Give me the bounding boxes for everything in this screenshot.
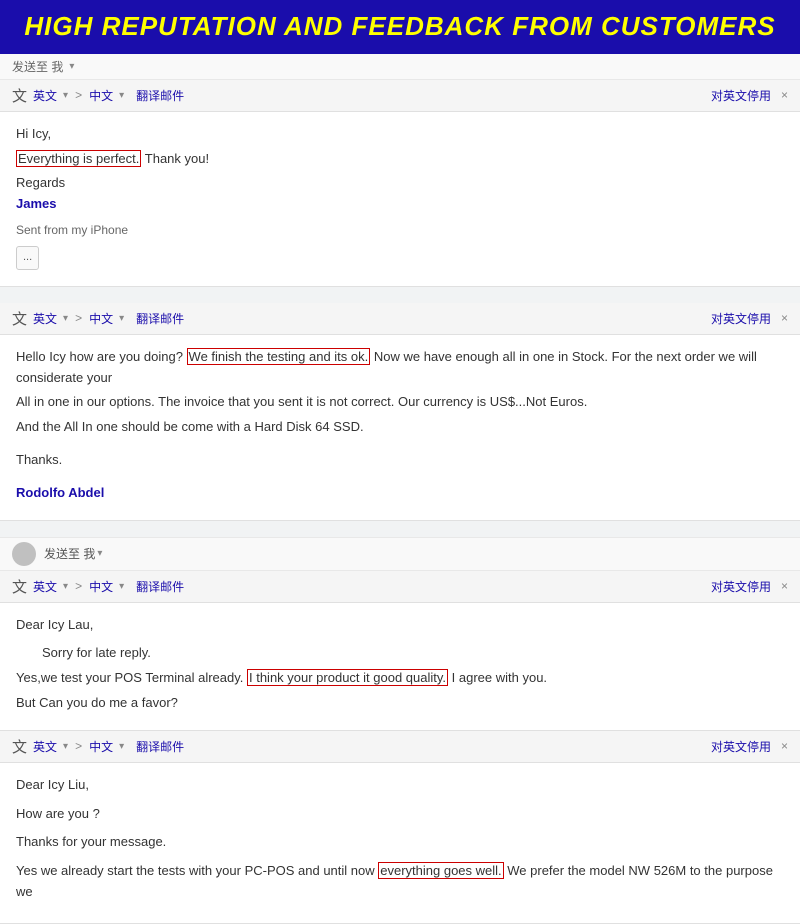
email3-line2: Yes,we test your POS Terminal already. I… bbox=[16, 668, 784, 689]
email4-greeting: Dear Icy Liu, bbox=[16, 775, 784, 796]
to-lang-dropdown-1[interactable]: ▾ bbox=[119, 90, 124, 101]
translate-icon-3: 文 bbox=[12, 576, 27, 597]
to-lang-dropdown-4[interactable]: ▾ bbox=[119, 741, 124, 752]
from-lang-3[interactable]: 英文 bbox=[33, 578, 57, 595]
lang-arrow-3: > bbox=[75, 579, 82, 593]
translate-icon-1: 文 bbox=[12, 85, 27, 106]
email3-send-row: 发送至 我 ▾ bbox=[0, 537, 800, 571]
email1-sender-name: James bbox=[16, 196, 56, 211]
email2-translate-bar: 文 英文 ▾ > 中文 ▾ 翻译邮件 对英文停用 × bbox=[0, 303, 800, 335]
email2-body: Hello Icy how are you doing? We finish t… bbox=[0, 335, 800, 520]
close-translate-4[interactable]: × bbox=[781, 739, 788, 753]
email3-translate-bar: 文 英文 ▾ > 中文 ▾ 翻译邮件 对英文停用 × bbox=[0, 571, 800, 603]
email-section-2: 文 英文 ▾ > 中文 ▾ 翻译邮件 对英文停用 × Hello Icy how… bbox=[0, 303, 800, 521]
send-to-dropdown-3[interactable]: ▾ bbox=[97, 548, 102, 559]
email1-greeting: Hi Icy, bbox=[16, 124, 784, 145]
translate-btn-1[interactable]: 翻译邮件 bbox=[136, 87, 184, 104]
translate-icon-4: 文 bbox=[12, 736, 27, 757]
from-lang-dropdown-3[interactable]: ▾ bbox=[63, 581, 68, 592]
email4-thanks-msg: Thanks for your message. bbox=[16, 832, 784, 853]
email3-sorry: Sorry for late reply. bbox=[16, 643, 784, 664]
email1-sender: James bbox=[16, 194, 784, 215]
close-translate-2[interactable]: × bbox=[781, 311, 788, 325]
email1-ellipsis[interactable]: ... bbox=[16, 246, 39, 270]
email2-highlight: We finish the testing and its ok. bbox=[187, 348, 371, 365]
email1-sent-from: Sent from my iPhone bbox=[16, 221, 784, 240]
banner-text: HIGH REPUTATION AND FEEDBACK FROM CUSTOM… bbox=[24, 11, 775, 41]
email3-highlight: I think your product it good quality. bbox=[247, 669, 448, 686]
email4-how-are: How are you ? bbox=[16, 804, 784, 825]
email1-header: 发送至 我 ▾ bbox=[0, 54, 800, 80]
email3-greeting: Dear Icy Lau, bbox=[16, 615, 784, 636]
email4-translate-bar: 文 英文 ▾ > 中文 ▾ 翻译邮件 对英文停用 × bbox=[0, 731, 800, 763]
send-to-dropdown-1[interactable]: ▾ bbox=[69, 61, 74, 72]
email1-line1-after: Thank you! bbox=[141, 151, 209, 166]
email1-translate-bar: 文 英文 ▾ > 中文 ▾ 翻译邮件 对英文停用 × bbox=[0, 80, 800, 112]
from-lang-4[interactable]: 英文 bbox=[33, 738, 57, 755]
to-lang-4[interactable]: 中文 bbox=[89, 738, 113, 755]
email-section-3: 发送至 我 ▾ 文 英文 ▾ > 中文 ▾ 翻译邮件 对英文停用 × Dear … bbox=[0, 537, 800, 731]
from-lang-2[interactable]: 英文 bbox=[33, 310, 57, 327]
email3-line2-after: I agree with you. bbox=[448, 670, 547, 685]
translate-btn-2[interactable]: 翻译邮件 bbox=[136, 310, 184, 327]
from-lang-1[interactable]: 英文 bbox=[33, 87, 57, 104]
email2-sender: Rodolfo Abdel bbox=[16, 483, 784, 504]
email4-line4-before: Yes we already start the tests with your… bbox=[16, 863, 378, 878]
email2-line1: Hello Icy how are you doing? We finish t… bbox=[16, 347, 784, 389]
email3-line2-before: Yes,we test your POS Terminal already. bbox=[16, 670, 247, 685]
email3-line3: But Can you do me a favor? bbox=[16, 693, 784, 714]
to-lang-1[interactable]: 中文 bbox=[89, 87, 113, 104]
send-to-label-3: 发送至 我 bbox=[44, 545, 95, 562]
email-section-4: 文 英文 ▾ > 中文 ▾ 翻译邮件 对英文停用 × Dear Icy Liu,… bbox=[0, 731, 800, 924]
email3-sorry-text: Sorry for late reply. bbox=[42, 645, 151, 660]
email2-sender-name: Rodolfo Abdel bbox=[16, 485, 104, 500]
divider-2 bbox=[0, 521, 800, 537]
to-lang-dropdown-2[interactable]: ▾ bbox=[119, 313, 124, 324]
avatar-3 bbox=[12, 542, 36, 566]
translate-icon-2: 文 bbox=[12, 308, 27, 329]
close-translate-1[interactable]: × bbox=[781, 88, 788, 102]
email1-regards: Regards bbox=[16, 173, 784, 194]
email1-body: Hi Icy, Everything is perfect. Thank you… bbox=[0, 112, 800, 286]
email1-line1: Everything is perfect. Thank you! bbox=[16, 149, 784, 170]
email3-body: Dear Icy Lau, Sorry for late reply. Yes,… bbox=[0, 603, 800, 730]
email2-line3: And the All In one should be come with a… bbox=[16, 417, 784, 438]
lang-arrow-2: > bbox=[75, 311, 82, 325]
from-lang-dropdown-2[interactable]: ▾ bbox=[63, 313, 68, 324]
email2-thanks: Thanks. bbox=[16, 450, 784, 471]
to-lang-2[interactable]: 中文 bbox=[89, 310, 113, 327]
email2-line1-before: Hello Icy how are you doing? bbox=[16, 349, 187, 364]
close-translate-3[interactable]: × bbox=[781, 579, 788, 593]
page-banner: HIGH REPUTATION AND FEEDBACK FROM CUSTOM… bbox=[0, 0, 800, 54]
translate-btn-3[interactable]: 翻译邮件 bbox=[136, 578, 184, 595]
send-to-label-1: 发送至 我 bbox=[12, 58, 63, 75]
disable-btn-2[interactable]: 对英文停用 bbox=[711, 310, 771, 327]
email4-body: Dear Icy Liu, How are you ? Thanks for y… bbox=[0, 763, 800, 923]
from-lang-dropdown-1[interactable]: ▾ bbox=[63, 90, 68, 101]
disable-btn-1[interactable]: 对英文停用 bbox=[711, 87, 771, 104]
email-section-1: 发送至 我 ▾ 文 英文 ▾ > 中文 ▾ 翻译邮件 对英文停用 × Hi Ic… bbox=[0, 54, 800, 287]
disable-btn-3[interactable]: 对英文停用 bbox=[711, 578, 771, 595]
disable-btn-4[interactable]: 对英文停用 bbox=[711, 738, 771, 755]
email4-highlight: everything goes well. bbox=[378, 862, 503, 879]
to-lang-dropdown-3[interactable]: ▾ bbox=[119, 581, 124, 592]
email1-highlight: Everything is perfect. bbox=[16, 150, 141, 167]
email2-line2: All in one in our options. The invoice t… bbox=[16, 392, 784, 413]
divider-1 bbox=[0, 287, 800, 303]
lang-arrow-1: > bbox=[75, 88, 82, 102]
to-lang-3[interactable]: 中文 bbox=[89, 578, 113, 595]
email4-line4: Yes we already start the tests with your… bbox=[16, 861, 784, 903]
from-lang-dropdown-4[interactable]: ▾ bbox=[63, 741, 68, 752]
lang-arrow-4: > bbox=[75, 739, 82, 753]
translate-btn-4[interactable]: 翻译邮件 bbox=[136, 738, 184, 755]
